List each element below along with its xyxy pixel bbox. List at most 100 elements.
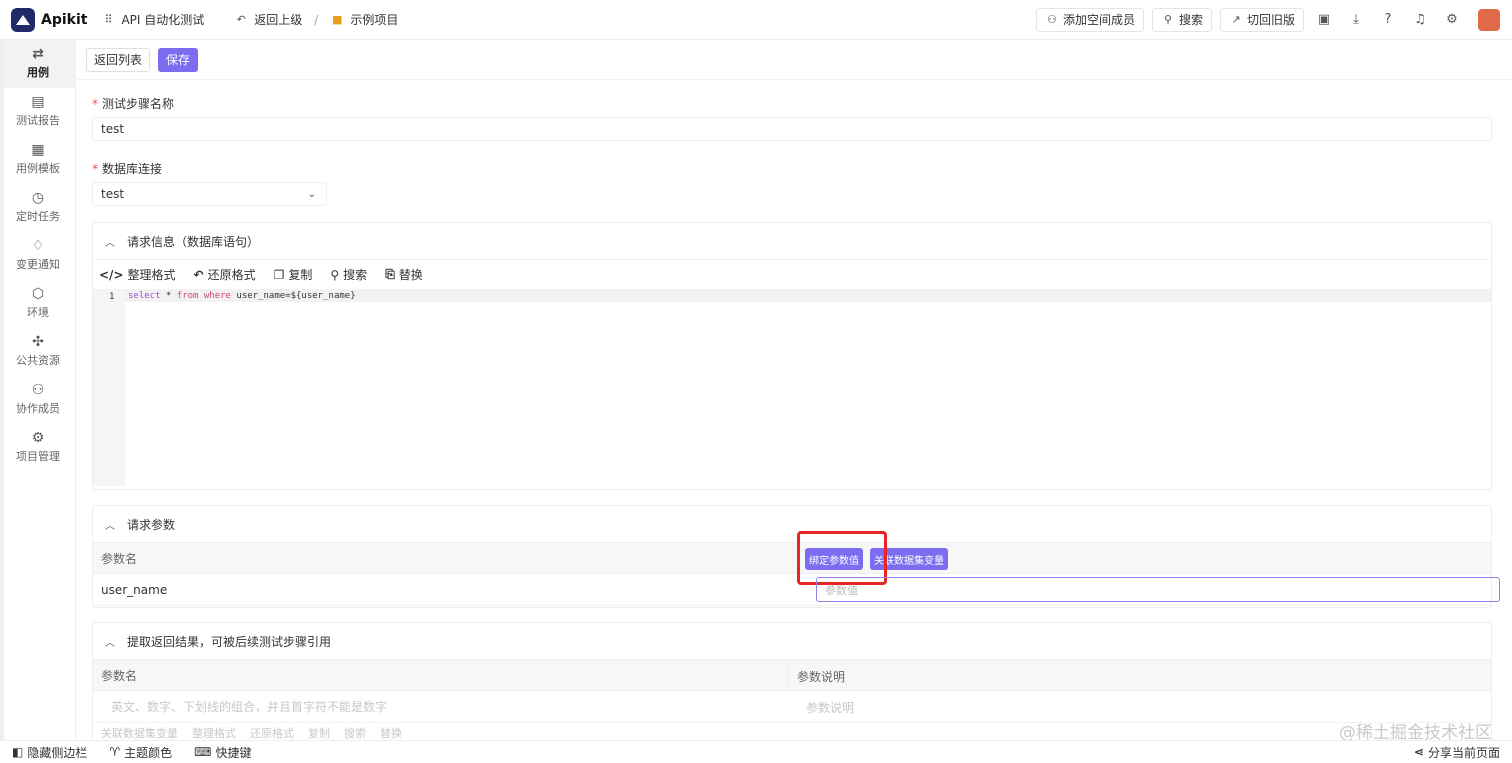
extract-name-input[interactable]: 英文、数字、下划线的组合，并且首字符不能是数字: [101, 698, 387, 715]
code-operator: *: [160, 291, 177, 301]
step-name-label: * 测试步骤名称: [92, 95, 174, 112]
faded-link-dataset: 关联数据集变量: [101, 727, 178, 740]
table-row: user_name 参数值: [93, 574, 1500, 606]
pin-icon: ↗: [1231, 12, 1241, 26]
settings-gear-icon[interactable]: ⚙: [1440, 8, 1464, 32]
chevron-up-icon: ︿: [105, 637, 115, 649]
search-label: 搜索: [1178, 13, 1203, 27]
code-line: select * from where user_name=${user_nam…: [125, 290, 1491, 302]
app-name: Apikit: [41, 11, 88, 28]
sidebar-item-project-settings[interactable]: ⚙ 项目管理: [0, 424, 76, 472]
timer-icon: ◷: [31, 190, 45, 206]
save-button[interactable]: 保存: [158, 47, 199, 72]
step-name-input[interactable]: test: [92, 117, 1492, 141]
copy-label: 复制: [288, 268, 313, 282]
shortcuts-button[interactable]: ⌨ 快捷键: [194, 744, 251, 761]
request-info-panel: ︿ 请求信息（数据库语句） </> 整理格式 ↶ 还原格式 ❐ 复制 ⚲ 搜索 ⎘ 替换 1…: [92, 222, 1492, 490]
extract-panel: ︿ 提取返回结果，可被后续测试步骤引用 参数名 参数说明 英文、数字、下划线的组合…: [92, 622, 1492, 740]
step-name-label-text: 测试步骤名称: [102, 97, 175, 111]
shortcuts-label: 快捷键: [215, 745, 252, 760]
user-plus-icon: ⚇: [1047, 12, 1057, 26]
add-member-button[interactable]: ⚇ 添加空间成员: [1035, 7, 1144, 32]
app-logo[interactable]: Apikit: [11, 7, 88, 32]
extract-title: 提取返回结果，可被后续测试步骤引用: [127, 634, 332, 649]
back-list-button[interactable]: 返回列表: [86, 47, 151, 72]
main-content: 返回列表 保存 * 测试步骤名称 test * 数据库连接 test ⌄ ︿ 请求信息（…: [77, 40, 1512, 740]
apps-grid-icon[interactable]: ⠿: [101, 13, 115, 27]
code-text: user_name=${user_name}: [236, 291, 356, 301]
db-selected-value: test: [101, 187, 125, 201]
replace-icon: ⎘: [385, 267, 395, 281]
sidebar-item-cases[interactable]: ⇄ 用例: [0, 40, 76, 88]
sidebar-item-notify[interactable]: ♢ 变更通知: [0, 232, 76, 280]
sidebar-item-label: 变更通知: [16, 258, 60, 271]
chevron-up-icon: ︿: [105, 237, 115, 249]
faded-copy: 复制: [308, 727, 330, 740]
bell-icon[interactable]: ♫: [1408, 8, 1432, 32]
restore-button[interactable]: ↶ 还原格式: [194, 266, 256, 283]
swap-icon: ⇄: [32, 46, 44, 62]
sidebar-item-reports[interactable]: ▤ 测试报告: [0, 88, 76, 136]
workspace-link[interactable]: API 自动化测试: [121, 11, 204, 28]
replace-button[interactable]: ⎘ 替换: [385, 266, 423, 283]
extract-header[interactable]: ︿ 提取返回结果，可被后续测试步骤引用: [93, 623, 1491, 659]
search-button[interactable]: ⚲ 搜索: [1151, 7, 1212, 32]
param-value-input[interactable]: 参数值: [816, 577, 1500, 602]
copy-button[interactable]: ❐ 复制: [274, 266, 313, 283]
sidebar-item-label: 用例模板: [16, 162, 60, 175]
request-info-header[interactable]: ︿ 请求信息（数据库语句）: [93, 223, 1491, 259]
theme-button[interactable]: ♈ 主题颜色: [109, 744, 172, 761]
sidebar-item-scheduled[interactable]: ◷ 定时任务: [0, 184, 76, 232]
db-connection-select[interactable]: test ⌄: [92, 182, 327, 206]
code-keyword: where: [198, 291, 237, 301]
sidebar-item-label: 项目管理: [16, 450, 60, 463]
sidebar-item-label: 用例: [27, 66, 49, 79]
faded-search: 搜索: [344, 727, 366, 740]
share-label: 分享当前页面: [1427, 745, 1500, 760]
sidebar-item-templates[interactable]: ▦ 用例模板: [0, 136, 76, 184]
request-params-title: 请求参数: [127, 517, 176, 532]
col-param-desc: 参数说明: [788, 660, 845, 692]
params-table-header: 参数名 绑定参数值 关联数据集变量: [93, 531, 1491, 585]
project-gift-icon: ■: [332, 12, 343, 26]
keyboard-icon: ⌨: [194, 745, 212, 759]
project-link[interactable]: 示例项目: [350, 11, 398, 28]
chevron-down-icon: ⌄: [307, 188, 316, 200]
sidebar-item-label: 测试报告: [16, 114, 60, 127]
avatar[interactable]: [1478, 8, 1500, 31]
faded-restore: 还原格式: [250, 727, 294, 740]
switch-old-button[interactable]: ↗ 切回旧版: [1219, 7, 1304, 32]
help-icon[interactable]: ?: [1376, 8, 1400, 32]
editor-gutter: 1: [93, 290, 125, 486]
download-icon[interactable]: ⤓: [1344, 8, 1368, 32]
share-button[interactable]: ⋖ 分享当前页面: [1414, 744, 1500, 761]
required-mark: *: [92, 162, 98, 176]
sidebar-item-env[interactable]: ⬡ 环境: [0, 280, 76, 328]
add-member-label: 添加空间成员: [1062, 13, 1135, 27]
request-params-header[interactable]: ︿ 请求参数: [93, 506, 1491, 542]
back-link[interactable]: 返回上级: [254, 11, 302, 28]
sidebar-item-resources[interactable]: ✣ 公共资源: [0, 328, 76, 376]
db-connection-label: * 数据库连接: [92, 160, 162, 177]
action-bar: 返回列表 保存: [77, 40, 1512, 80]
calendar-icon[interactable]: ▣: [1312, 8, 1336, 32]
switch-old-label: 切回旧版: [1246, 13, 1295, 27]
faded-format: 整理格式: [192, 727, 236, 740]
sql-editor[interactable]: 1 select * from where user_name=${user_n…: [93, 289, 1491, 486]
cube-icon: ⬡: [31, 286, 45, 302]
sidebar: ⇄ 用例 ▤ 测试报告 ▦ 用例模板 ◷ 定时任务 ♢ 变更通知 ⬡ 环境 ✣ 公共资源 ⚇ 协…: [0, 40, 76, 740]
shirt-icon: ♈: [109, 745, 121, 759]
sidebar-item-label: 公共资源: [16, 354, 60, 367]
editor-search-button[interactable]: ⚲ 搜索: [330, 266, 367, 283]
param-name-cell: user_name: [101, 582, 168, 597]
extract-desc-input[interactable]: 参数说明: [798, 691, 854, 723]
search-label: 搜索: [343, 268, 368, 282]
format-button[interactable]: </> 整理格式: [99, 266, 176, 283]
col-param-name: 参数名: [101, 668, 138, 683]
bottom-bar: ◧ 隐藏侧边栏 ♈ 主题颜色 ⌨ 快捷键 ⋖ 分享当前页面: [0, 740, 1512, 763]
sidebar-item-label: 协作成员: [16, 402, 60, 415]
line-number: 1: [109, 292, 115, 302]
sidebar-item-members[interactable]: ⚇ 协作成员: [0, 376, 76, 424]
hide-sidebar-button[interactable]: ◧ 隐藏侧边栏: [12, 744, 87, 761]
chevron-up-icon: ︿: [105, 520, 115, 532]
